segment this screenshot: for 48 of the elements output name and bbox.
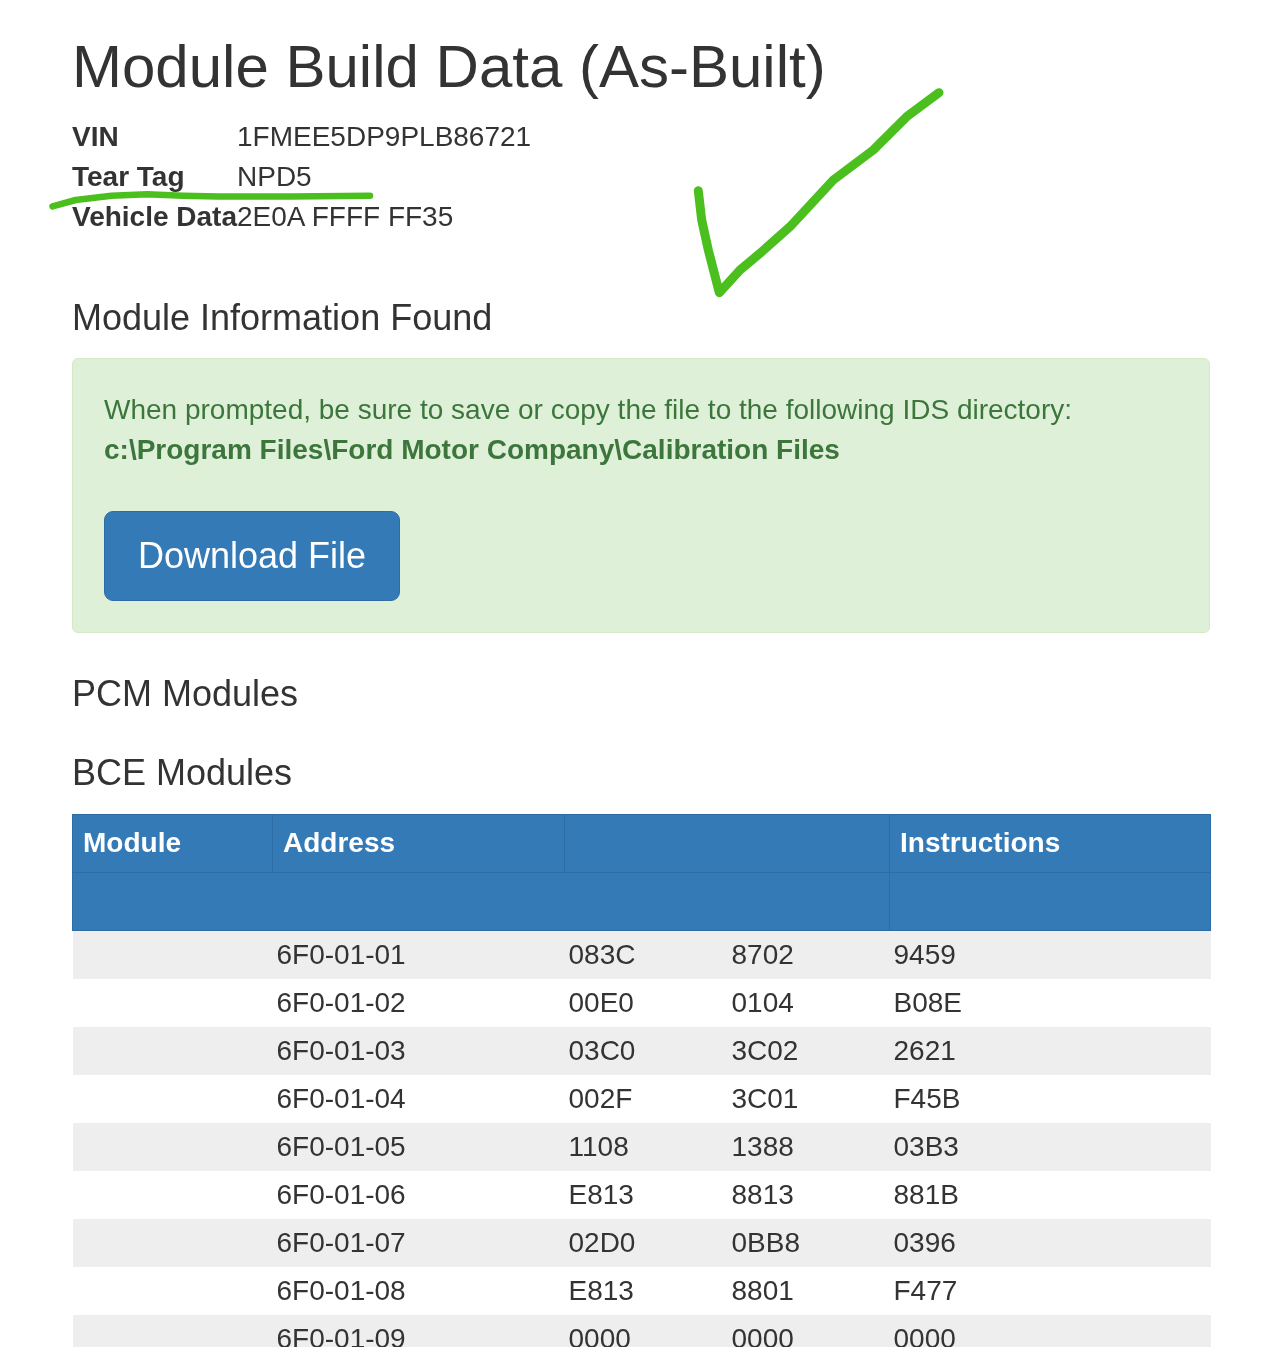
- table-cell: 8801: [727, 1267, 890, 1315]
- table-cell: 2621: [889, 1027, 1211, 1075]
- field-label: Vehicle Data: [72, 200, 237, 234]
- table-cell: 6F0-01-06: [272, 1171, 565, 1219]
- table-cell: 1108: [564, 1123, 728, 1171]
- section-heading: BCE Modules: [72, 753, 294, 793]
- field-label: VIN: [72, 120, 120, 154]
- field-value: NPD5: [237, 160, 313, 194]
- table-cell: 6F0-01-03: [272, 1027, 565, 1075]
- download-button[interactable]: Download File: [104, 511, 401, 601]
- table-cell: 03B3: [889, 1123, 1211, 1171]
- table-cell: 083C: [564, 930, 728, 979]
- page-title: Module Build Data (As-Built): [72, 34, 827, 100]
- column-header: Address: [272, 814, 565, 873]
- table-cell: 002F: [564, 1075, 728, 1123]
- table-cell: F477: [889, 1267, 1211, 1315]
- section-heading: PCM Modules: [72, 674, 300, 714]
- table-cell: 6F0-01-02: [272, 979, 565, 1027]
- table-cell: 0BB8: [727, 1219, 890, 1267]
- alert-message: When prompted, be sure to save or copy the file to the following IDS directory:: [104, 393, 1074, 427]
- column-header: Instructions: [889, 814, 1211, 873]
- table-cell: 9459: [889, 930, 1211, 979]
- table-cell: 3C01: [727, 1075, 890, 1123]
- table-cell: F45B: [889, 1075, 1211, 1123]
- field-value: 1FMEE5DP9PLB86721: [237, 120, 533, 154]
- table-cell: 6F0-01-01: [272, 930, 565, 979]
- directory-path: c:\Program Files\Ford Motor Company\Calibration Files: [104, 433, 841, 467]
- table-cell: 881B: [889, 1171, 1211, 1219]
- table-cell: 6F0-01-05: [272, 1123, 565, 1171]
- table-cell: 0396: [889, 1219, 1211, 1267]
- field-value: 2E0A FFFF FF35: [237, 200, 455, 234]
- table-cell: E813: [564, 1171, 728, 1219]
- table-cell: 6F0-01-07: [272, 1219, 565, 1267]
- table-cell: 0104: [727, 979, 890, 1027]
- table-cell: 8813: [727, 1171, 890, 1219]
- table-cell: 8702: [727, 930, 890, 979]
- table-cell: 1388: [727, 1123, 890, 1171]
- table-cell: E813: [564, 1267, 728, 1315]
- section-heading: Module Information Found: [72, 298, 494, 338]
- table-cell: 02D0: [564, 1219, 728, 1267]
- table-cell: 6F0-01-08: [272, 1267, 565, 1315]
- table-cell: 03C0: [564, 1027, 728, 1075]
- table-cell: B08E: [889, 979, 1211, 1027]
- field-label: Tear Tag: [72, 160, 186, 194]
- column-header: Module: [72, 814, 273, 873]
- table-cell: 00E0: [564, 979, 728, 1027]
- table-cell: 6F0-01-04: [272, 1075, 565, 1123]
- table-cell: 3C02: [727, 1027, 890, 1075]
